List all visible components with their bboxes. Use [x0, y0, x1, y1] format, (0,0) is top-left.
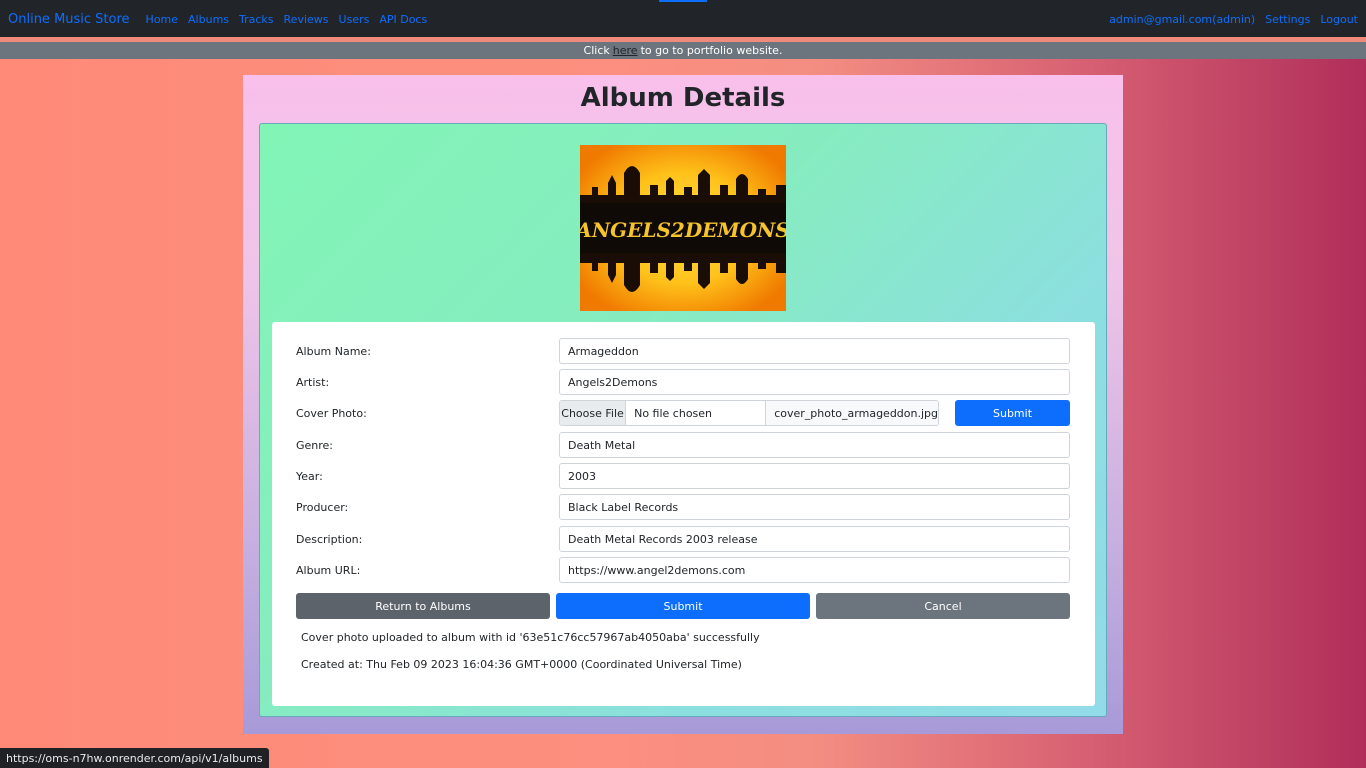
nav-reviews[interactable]: Reviews [284, 13, 329, 26]
settings-link[interactable]: Settings [1265, 13, 1310, 26]
album-name-row: Album Name: [296, 338, 1070, 364]
portfolio-link[interactable]: here [613, 44, 638, 57]
current-cover-filename: cover_photo_armageddon.jpg [766, 401, 938, 425]
album-name-label: Album Name: [296, 344, 371, 358]
album-card: ANGELS2DEMONS Album Name: Artist: Cover … [259, 123, 1107, 717]
cover-logo-text: ANGELS2DEMONS [580, 218, 786, 242]
nav-right: admin@gmail.com(admin) Settings Logout [1109, 13, 1358, 26]
year-input[interactable] [559, 463, 1070, 489]
album-url-row: Album URL: [296, 557, 1070, 583]
banner-text-before: Click [583, 44, 610, 57]
active-tab-indicator [659, 0, 707, 2]
page-title: Album Details [580, 83, 786, 113]
nav-home[interactable]: Home [146, 13, 178, 26]
producer-input[interactable] [559, 494, 1070, 520]
album-name-input[interactable] [559, 338, 1070, 364]
year-label: Year: [296, 469, 323, 483]
artist-row: Artist: [296, 369, 1070, 395]
artist-label: Artist: [296, 375, 330, 389]
upload-success-message: Cover photo uploaded to album with id '6… [301, 631, 760, 644]
nav-albums[interactable]: Albums [188, 13, 229, 26]
no-file-chosen-text: No file chosen [626, 401, 767, 425]
album-details-container: Album Details ANGELS2DEMONS Album Name: … [243, 75, 1123, 734]
album-url-input[interactable] [559, 557, 1070, 583]
banner-text-after: to go to portfolio website. [640, 44, 783, 57]
return-to-albums-button[interactable]: Return to Albums [296, 593, 550, 619]
album-url-label: Album URL: [296, 563, 361, 577]
description-label: Description: [296, 532, 363, 546]
genre-row: Genre: [296, 432, 1070, 458]
cover-photo-file-input[interactable]: Choose File No file chosen cover_photo_a… [559, 400, 939, 426]
top-navbar: Online Music Store Home Albums Tracks Re… [0, 0, 1366, 38]
nav-api-docs[interactable]: API Docs [379, 13, 427, 26]
cover-submit-button[interactable]: Submit [955, 400, 1070, 426]
cover-photo-label: Cover Photo: [296, 406, 367, 420]
logout-link[interactable]: Logout [1320, 13, 1358, 26]
artist-input[interactable] [559, 369, 1070, 395]
choose-file-button[interactable]: Choose File [560, 401, 627, 425]
brand-link[interactable]: Online Music Store [8, 12, 130, 27]
user-account-link[interactable]: admin@gmail.com(admin) [1109, 13, 1255, 26]
genre-label: Genre: [296, 438, 334, 452]
album-form: Album Name: Artist: Cover Photo: Choose … [272, 322, 1095, 706]
nav-links: Home Albums Tracks Reviews Users API Doc… [146, 13, 428, 26]
nav-tracks[interactable]: Tracks [239, 13, 274, 26]
album-cover-image: ANGELS2DEMONS [580, 145, 786, 311]
genre-input[interactable] [559, 432, 1070, 458]
submit-button[interactable]: Submit [556, 593, 810, 619]
nav-users[interactable]: Users [339, 13, 370, 26]
producer-label: Producer: [296, 500, 349, 514]
created-at-text: Created at: Thu Feb 09 2023 16:04:36 GMT… [301, 658, 742, 671]
cancel-button[interactable]: Cancel [816, 593, 1070, 619]
browser-status-url: https://oms-n7hw.onrender.com/api/v1/alb… [0, 748, 269, 768]
portfolio-banner: Click here to go to portfolio website. [0, 42, 1366, 59]
cover-photo-row: Cover Photo: Choose File No file chosen … [296, 400, 1070, 426]
producer-row: Producer: [296, 494, 1070, 520]
description-row: Description: [296, 526, 1070, 552]
year-row: Year: [296, 463, 1070, 489]
description-input[interactable] [559, 526, 1070, 552]
